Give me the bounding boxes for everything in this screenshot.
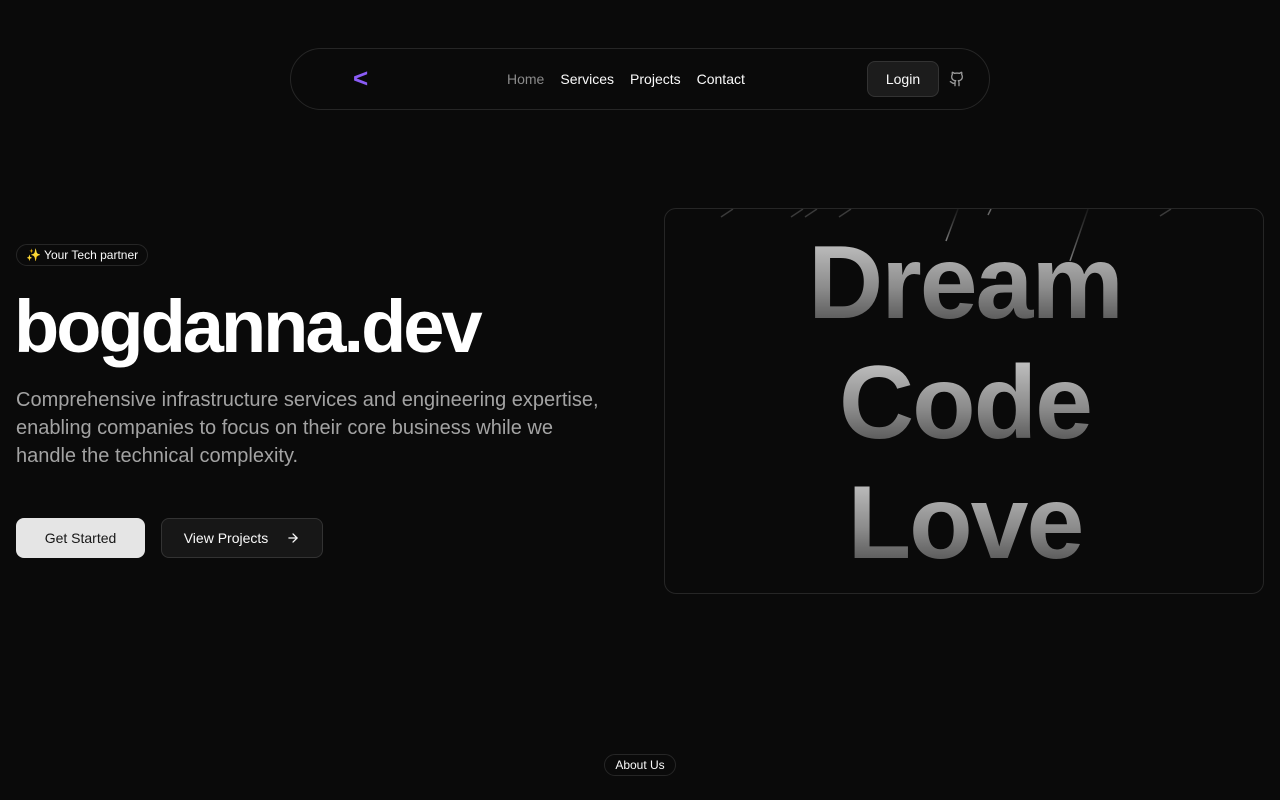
nav-link-services[interactable]: Services <box>560 69 614 89</box>
github-icon <box>949 71 964 87</box>
meteor <box>804 209 818 218</box>
nav-link-contact[interactable]: Contact <box>697 69 745 89</box>
word-dream: Dream <box>808 225 1124 341</box>
view-projects-label: View Projects <box>183 530 269 546</box>
logo-link[interactable]: < <box>353 63 368 93</box>
arrow-right-icon <box>288 533 299 543</box>
tech-partner-badge: ✨ Your Tech partner <box>16 244 149 266</box>
meteor <box>790 209 804 218</box>
meteor <box>838 209 852 218</box>
top-navbar: < Home Services Projects Contact Login <box>290 48 990 110</box>
about-us-badge: About Us <box>604 754 676 776</box>
word-love: Love <box>847 465 1085 581</box>
hero-visual-card: Dream Code Love <box>664 208 1264 594</box>
hero-description: Comprehensive infrastructure services an… <box>16 389 599 467</box>
github-link[interactable] <box>947 69 967 89</box>
page: < Home Services Projects Contact Login ✨… <box>0 0 1280 800</box>
nav-link-home[interactable]: Home <box>507 69 544 89</box>
view-projects-button[interactable]: View Projects <box>161 518 323 558</box>
meteor <box>720 209 734 218</box>
meteor <box>1159 209 1172 217</box>
nav-links: Home Services Projects Contact <box>507 69 745 89</box>
login-button[interactable]: Login <box>867 61 939 97</box>
nav-link-projects[interactable]: Projects <box>630 69 681 89</box>
get-started-button[interactable]: Get Started <box>16 518 145 558</box>
hero-title: bogdanna.dev <box>14 285 483 368</box>
word-stack: Dream Code Love <box>665 223 1263 583</box>
word-code: Code <box>839 345 1093 461</box>
meteor <box>987 209 992 216</box>
